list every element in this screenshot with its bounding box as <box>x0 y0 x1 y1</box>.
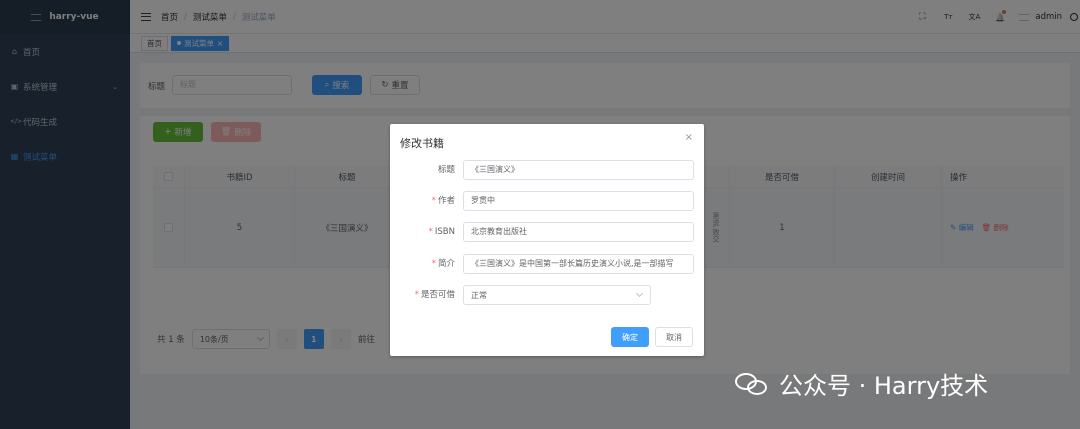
edit-book-dialog: 修改书籍 × 标题 《三国演义》 * 作者 罗贯中 * ISBN 北京教育出版社 *… <box>390 124 704 356</box>
isbn-input[interactable]: 北京教育出版社 <box>463 222 694 242</box>
dialog-title: 修改书籍 <box>400 137 444 150</box>
cancel-button[interactable]: 取消 <box>655 327 693 347</box>
title-input[interactable]: 《三国演义》 <box>463 160 694 180</box>
available-select[interactable]: 正常 <box>463 285 651 305</box>
form-row-author: * 作者 罗贯中 <box>390 191 704 211</box>
form-row-title: 标题 《三国演义》 <box>390 160 704 180</box>
watermark-text: 公众号 · Harry技术 <box>779 372 989 400</box>
close-icon[interactable]: × <box>685 132 693 143</box>
watermark: 公众号 · Harry技术 <box>735 366 988 401</box>
wechat-logo-icon <box>735 371 771 397</box>
chevron-down-icon <box>635 289 644 298</box>
field-label: * 作者 <box>431 196 455 206</box>
field-label: 标题 <box>437 165 455 175</box>
form-row-intro: * 简介 《三国演义》是中国第一部长篇历史演义小说,是一部描写 <box>390 254 704 274</box>
author-input[interactable]: 罗贯中 <box>463 191 694 211</box>
form-row-available: * 是否可借 正常 <box>390 285 704 305</box>
field-label: * 是否可借 <box>414 290 455 300</box>
confirm-button[interactable]: 确定 <box>611 327 649 347</box>
field-label: * 简介 <box>431 259 455 269</box>
field-label: * ISBN <box>428 227 455 237</box>
intro-input[interactable]: 《三国演义》是中国第一部长篇历史演义小说,是一部描写 <box>463 254 694 274</box>
form-row-isbn: * ISBN 北京教育出版社 <box>390 222 704 242</box>
